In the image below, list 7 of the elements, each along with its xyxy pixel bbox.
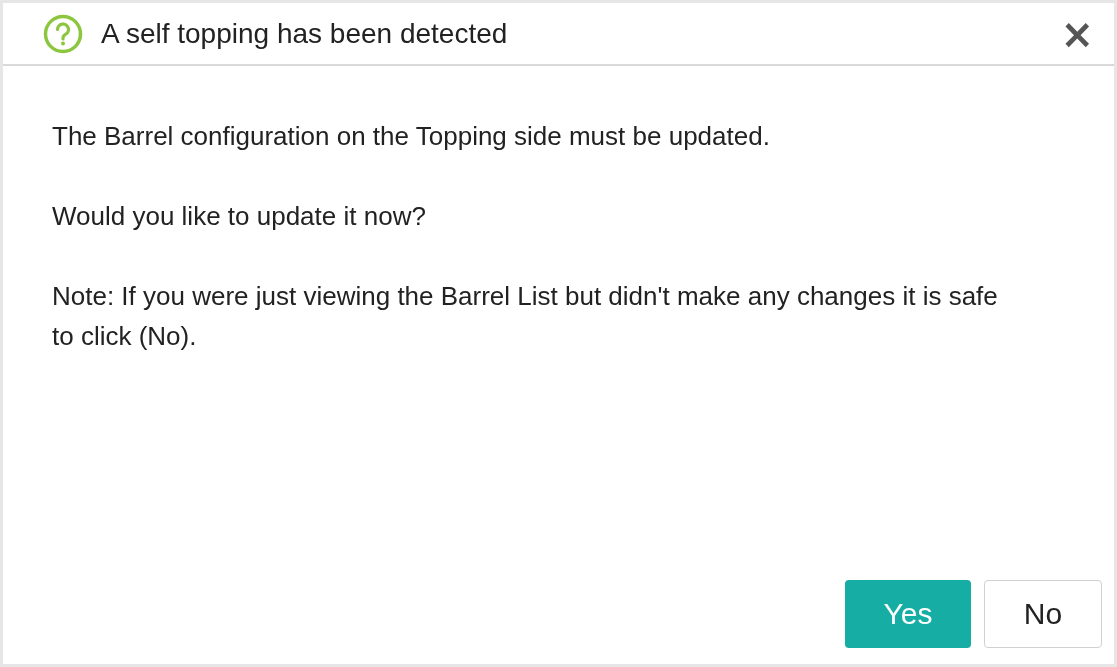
message-text: The Barrel configuration on the Topping side must be updated. — [52, 120, 771, 153]
close-button[interactable]: × — [1054, 13, 1100, 54]
message-text: Would you like to update it now? — [52, 200, 427, 233]
message-text: Note: If you were just viewing the Barrel List but didn't make any changes it is safe to click (No). — [52, 280, 999, 353]
no-button[interactable]: No — [984, 580, 1102, 648]
dialog-title: A self topping has been detected — [101, 17, 509, 50]
question-icon — [43, 13, 83, 54]
